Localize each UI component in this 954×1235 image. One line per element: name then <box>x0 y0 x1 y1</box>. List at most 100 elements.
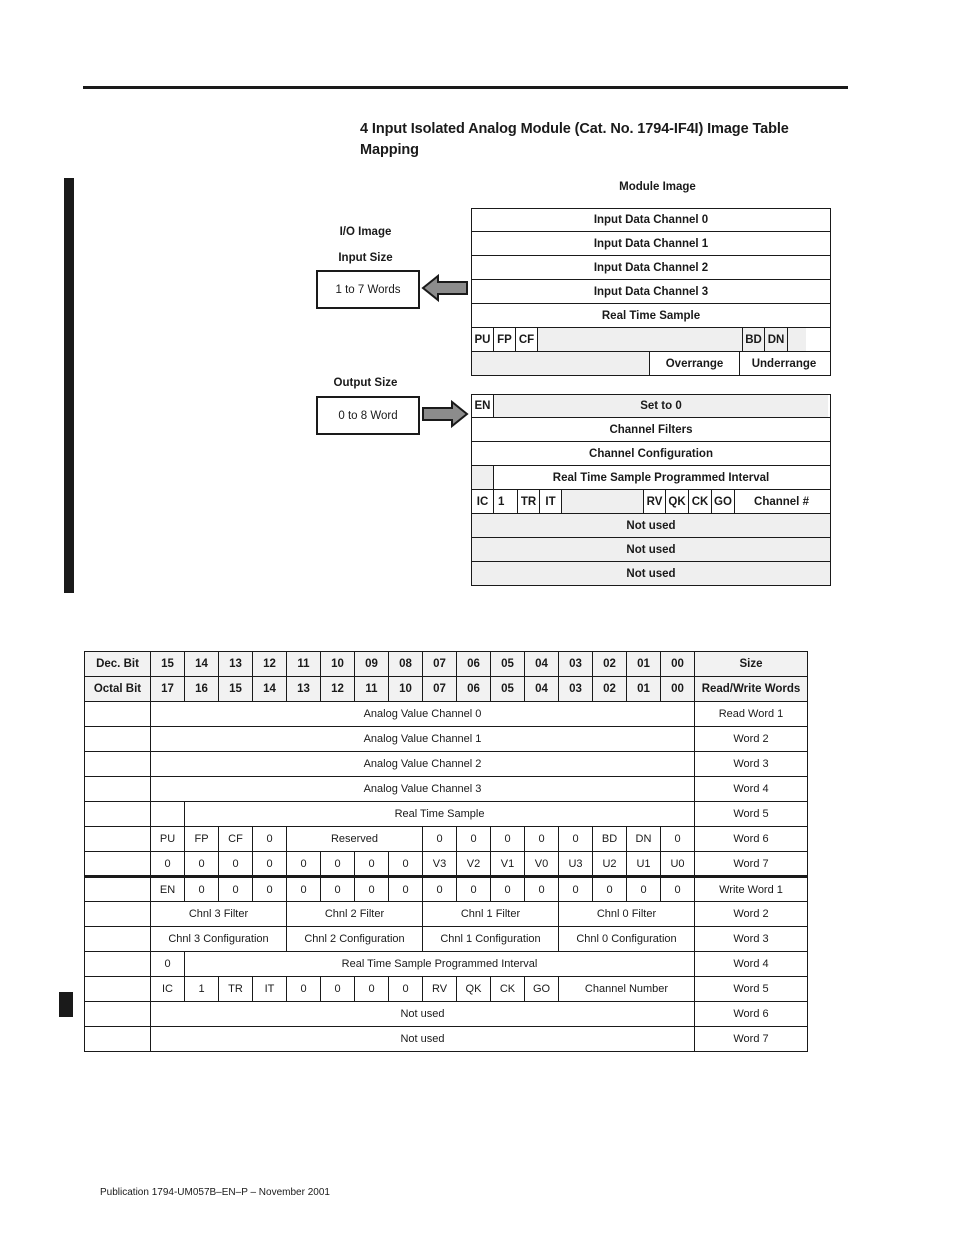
bit-field-cell: 0 <box>252 875 287 902</box>
bit-field-cell: Chnl 0 Filter <box>558 901 695 927</box>
control-bit-ic: IC <box>472 490 494 513</box>
bit-field-cell: 0 <box>660 826 695 852</box>
octal-bit-cell: 15 <box>218 676 253 702</box>
bit-field-cell: Chnl 0 Configuration <box>558 926 695 952</box>
module-image-row: Channel Filters <box>471 418 831 442</box>
bit-field-cell: V3 <box>422 851 457 878</box>
set-to-0-cell: Set to 0 <box>494 395 828 417</box>
bit-field-cell: 0 <box>286 875 321 902</box>
input-arrow-left-icon <box>421 273 468 303</box>
dec-bit-cell: 06 <box>456 651 491 677</box>
not-used-row-1: Not used <box>472 514 830 537</box>
not-used-row-3: Not used <box>472 562 830 585</box>
module-image-row: Input Data Channel 2 <box>471 256 831 280</box>
bit-field-cell: DN <box>626 826 661 852</box>
rts-leading-gap <box>472 466 494 489</box>
row-label-cell <box>84 826 151 852</box>
octal-bit-cell: 01 <box>626 676 661 702</box>
module-image-input-block: Input Data Channel 0 Input Data Channel … <box>471 208 831 376</box>
word-size-cell: Word 5 <box>694 801 808 827</box>
bit-field-cell: 0 <box>218 851 253 878</box>
output-bit-en: EN <box>472 395 494 417</box>
bit-field-cell: Analog Value Channel 2 <box>150 751 695 777</box>
bit-field-cell: V2 <box>456 851 491 878</box>
bit-field-cell: BD <box>592 826 627 852</box>
table-header-dec-row: Dec. Bit 15 14 13 12 11 10 09 08 07 06 05 04 03 02 01 00… <box>84 651 808 677</box>
module-image-range-row: Overrange Underrange <box>471 352 831 376</box>
bit-field-cell: 0 <box>184 875 219 902</box>
bit-field-cell: 0 <box>388 976 423 1002</box>
bit-field-cell: CK <box>490 976 525 1002</box>
module-image-row: Not used <box>471 538 831 562</box>
dec-bit-cell: 08 <box>388 651 423 677</box>
bit-field-cell: U1 <box>626 851 661 878</box>
bit-field-cell: 0 <box>320 851 355 878</box>
module-image-row: Input Data Channel 3 <box>471 280 831 304</box>
octal-bit-cell: 11 <box>354 676 389 702</box>
output-size-box: 0 to 8 Word <box>316 396 420 435</box>
status-bit-fp: FP <box>494 328 516 351</box>
word-size-cell: Word 7 <box>694 1026 808 1052</box>
publication-footer: Publication 1794-UM057B–EN–P – November … <box>100 1187 330 1198</box>
bit-mapping-table-body: Dec. Bit 15 14 13 12 11 10 09 08 07 06 05 04 03 02 01 00… <box>84 651 808 1052</box>
control-bit-it: IT <box>540 490 562 513</box>
row-label-cell <box>84 851 151 878</box>
module-image-control-row: IC 1 TR IT RV QK CK GO Channel # <box>471 490 831 514</box>
channel-configuration-cell: Channel Configuration <box>589 447 713 460</box>
bit-field-cell: 0 <box>218 875 253 902</box>
bit-field-cell: 0 <box>354 976 389 1002</box>
bit-field-cell: Not used <box>150 1001 695 1027</box>
octal-bit-cell: 05 <box>490 676 525 702</box>
bit-field-cell: CF <box>218 826 253 852</box>
bit-field-cell: TR <box>218 976 253 1002</box>
word-size-cell: Word 4 <box>694 951 808 977</box>
bit-field-cell: 0 <box>150 951 185 977</box>
row-label-cell <box>84 926 151 952</box>
octal-bit-cell: 10 <box>388 676 423 702</box>
bit-field-cell: 0 <box>456 826 491 852</box>
bit-field-cell: 0 <box>320 976 355 1002</box>
bit-mapping-table: Dec. Bit 15 14 13 12 11 10 09 08 07 06 05 04 03 02 01 00… <box>84 651 808 1052</box>
module-image-row: Input Data Channel 0 <box>471 208 831 232</box>
bit-field-cell: Chnl 2 Filter <box>286 901 423 927</box>
bit-field-cell: V1 <box>490 851 525 878</box>
bit-field-cell: Analog Value Channel 1 <box>150 726 695 752</box>
bit-field-cell: 0 <box>422 875 457 902</box>
bit-field-cell: 0 <box>626 875 661 902</box>
row-label-cell <box>84 726 151 752</box>
dec-bit-cell: 13 <box>218 651 253 677</box>
bit-field-cell: Chnl 2 Configuration <box>286 926 423 952</box>
word-size-cell: Word 6 <box>694 1001 808 1027</box>
bit-field-cell: GO <box>524 976 559 1002</box>
output-size-label: Output Size <box>333 377 398 389</box>
image-table-diagram: Module Image I/O Image Input Size Output… <box>0 0 954 600</box>
bit-field-cell: Analog Value Channel 3 <box>150 776 695 802</box>
octal-bit-cell: 16 <box>184 676 219 702</box>
output-arrow-right-icon <box>422 399 469 429</box>
dec-bit-label: Dec. Bit <box>84 651 151 677</box>
range-gap <box>472 352 650 375</box>
word-size-cell: Word 4 <box>694 776 808 802</box>
module-image-label: Module Image <box>619 181 696 193</box>
dec-bit-cell: 10 <box>320 651 355 677</box>
bit-field-cell: 0 <box>286 976 321 1002</box>
bit-field-cell: 0 <box>252 851 287 878</box>
bit-field-cell: IT <box>252 976 287 1002</box>
control-bit-tr: TR <box>518 490 540 513</box>
bit-field-cell: PU <box>150 826 185 852</box>
row-label-cell <box>84 951 151 977</box>
status-trailing-gap <box>788 328 806 351</box>
input-data-channel-0: Input Data Channel 0 <box>593 214 709 226</box>
input-data-channel-1: Input Data Channel 1 <box>593 237 709 250</box>
input-size-box: 1 to 7 Words <box>316 270 420 309</box>
row-label-cell <box>84 701 151 727</box>
size-header: Size <box>694 651 808 677</box>
bit-field-cell: 0 <box>320 875 355 902</box>
row-label-cell <box>84 776 151 802</box>
module-image-row: Real Time Sample <box>471 304 831 328</box>
module-image-row: Channel Configuration <box>471 442 831 466</box>
module-image-row: Not used <box>471 562 831 586</box>
bit-field-cell: IC <box>150 976 185 1002</box>
bit-field-cell: 0 <box>592 875 627 902</box>
table-row: Chnl 3 Filter Chnl 2 Filter Chnl 1 Filter C… <box>84 901 808 927</box>
